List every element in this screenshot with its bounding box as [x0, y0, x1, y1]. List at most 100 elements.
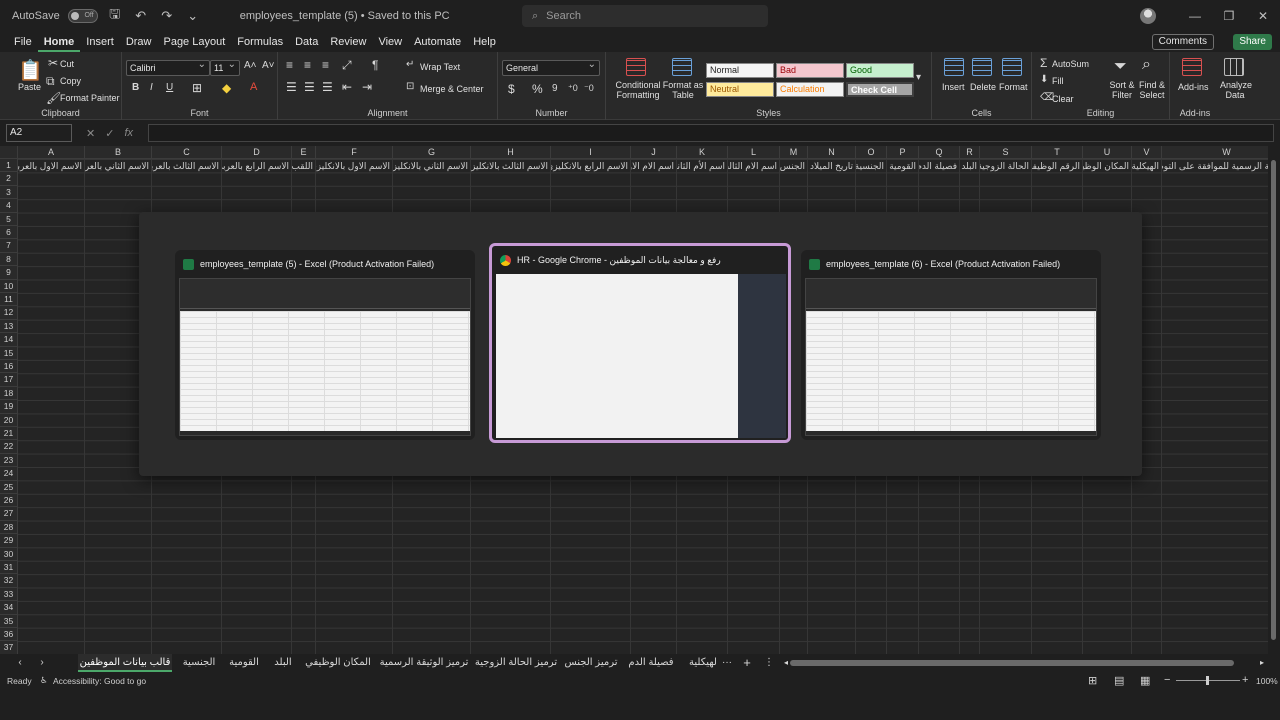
fill-button[interactable]: Fill: [1052, 76, 1064, 86]
clear-button[interactable]: Clear: [1052, 94, 1074, 104]
vertical-scrollbar[interactable]: [1268, 146, 1280, 654]
styles-more-icon[interactable]: ▾: [916, 72, 921, 83]
header-cell-m1[interactable]: الجنس: [780, 160, 807, 173]
header-cell-t1[interactable]: الرقم الوظيفي: [1032, 160, 1082, 173]
increase-font-icon[interactable]: A˄: [244, 60, 257, 71]
row-header-37[interactable]: 37: [0, 641, 18, 654]
name-box[interactable]: A2: [6, 124, 72, 142]
row-header-15[interactable]: 15: [0, 346, 18, 360]
tab-automate[interactable]: Automate: [408, 32, 467, 52]
tab-review[interactable]: Review: [324, 32, 372, 52]
column-header-i[interactable]: I: [551, 146, 631, 159]
header-cell-w1[interactable]: الوثيقة الرسمية للموافقة على التوظيف: [1162, 160, 1268, 173]
header-cell-r1[interactable]: البلد: [960, 160, 979, 173]
column-header-h[interactable]: H: [471, 146, 551, 159]
row-header-24[interactable]: 24: [0, 467, 18, 481]
align-top-icon[interactable]: ≡: [286, 58, 293, 72]
vertical-scroll-thumb[interactable]: [1271, 160, 1276, 640]
search-box[interactable]: ⌕ Search: [522, 5, 768, 27]
sheet-tab-ethnicity[interactable]: القومية: [224, 654, 264, 672]
analyze-data-button[interactable]: Analyze Data: [1220, 80, 1252, 100]
zoom-slider-thumb[interactable]: [1206, 676, 1209, 685]
row-header-11[interactable]: 11: [0, 293, 18, 307]
align-center-icon[interactable]: ☰: [304, 80, 315, 94]
row-header-19[interactable]: 19: [0, 400, 18, 414]
column-header-e[interactable]: E: [292, 146, 316, 159]
copy-button[interactable]: Copy: [60, 76, 81, 86]
sort-filter-button[interactable]: Sort & Filter: [1106, 80, 1138, 100]
close-icon[interactable]: ✕: [1246, 9, 1280, 23]
restore-icon[interactable]: ❐: [1212, 9, 1246, 23]
row-header-6[interactable]: 6: [0, 226, 18, 240]
font-color-icon[interactable]: A: [250, 81, 257, 93]
column-header-b[interactable]: B: [85, 146, 152, 159]
style-calculation[interactable]: Calculation: [776, 82, 844, 97]
row-header-30[interactable]: 30: [0, 547, 18, 561]
page-layout-view-icon[interactable]: ▤: [1114, 674, 1124, 687]
switcher-window-chrome[interactable]: HR - Google Chrome - رفع و معالجة بيانات…: [489, 243, 791, 443]
row-header-17[interactable]: 17: [0, 373, 18, 387]
column-header-g[interactable]: G: [393, 146, 471, 159]
header-cell-u1[interactable]: المكان الوظيفي: [1083, 160, 1131, 173]
column-header-s[interactable]: S: [980, 146, 1032, 159]
scroll-tabs-left-icon[interactable]: ‹: [10, 654, 30, 672]
row-header-21[interactable]: 21: [0, 427, 18, 441]
column-header-d[interactable]: D: [222, 146, 292, 159]
row-header-13[interactable]: 13: [0, 319, 18, 334]
sheet-tab-marital-codes[interactable]: ترميز الحالة الزوجية: [474, 654, 558, 672]
row-header-26[interactable]: 26: [0, 494, 18, 508]
align-middle-icon[interactable]: ≡: [304, 58, 311, 72]
row-header-9[interactable]: 9: [0, 266, 18, 280]
sheet-tab-gender-codes[interactable]: ترميز الجنس: [562, 654, 620, 672]
percent-icon[interactable]: %: [532, 82, 543, 96]
header-cell-i1[interactable]: الاسم الرابع بالانكليزي: [551, 160, 630, 173]
header-cell-k1[interactable]: اسم الأم الثاني: [677, 160, 727, 173]
column-header-w[interactable]: W: [1162, 146, 1268, 159]
accessibility-status[interactable]: Accessibility: Good to go: [53, 676, 146, 686]
number-format-select[interactable]: General: [502, 58, 600, 76]
horizontal-scroll-thumb[interactable]: [790, 660, 1234, 666]
tab-file[interactable]: File: [8, 32, 38, 52]
row-header-20[interactable]: 20: [0, 413, 18, 427]
row-header-10[interactable]: 10: [0, 279, 18, 293]
header-cell-f1[interactable]: الاسم الاول بالانكليزي: [316, 160, 392, 173]
zoom-out-icon[interactable]: −: [1164, 674, 1170, 686]
tab-data[interactable]: Data: [289, 32, 324, 52]
font-name-select[interactable]: Calibri: [126, 58, 210, 76]
sheet-tab-document-codes[interactable]: ترميز الوثيقة الرسمية: [378, 654, 470, 672]
scroll-tabs-right-icon[interactable]: ›: [32, 654, 52, 672]
column-header-t[interactable]: T: [1032, 146, 1083, 159]
tab-insert[interactable]: Insert: [80, 32, 120, 52]
row-header-3[interactable]: 3: [0, 185, 18, 200]
style-bad[interactable]: Bad: [776, 63, 844, 78]
row-header-2[interactable]: 2: [0, 172, 18, 186]
header-cell-a1[interactable]: الاسم الاول بالعربي: [18, 160, 84, 173]
autosave-toggle[interactable]: Off: [67, 9, 98, 23]
addins-button[interactable]: Add-ins: [1178, 82, 1209, 92]
row-header-22[interactable]: 22: [0, 440, 18, 454]
row-header-7[interactable]: 7: [0, 239, 18, 253]
column-header-k[interactable]: K: [677, 146, 728, 159]
select-all-corner[interactable]: [0, 146, 18, 159]
increase-decimal-icon[interactable]: ⁺0: [568, 83, 578, 94]
row-header-8[interactable]: 8: [0, 252, 18, 267]
row-header-16[interactable]: 16: [0, 360, 18, 374]
autosum-button[interactable]: AutoSum: [1052, 59, 1089, 69]
page-break-view-icon[interactable]: ▦: [1140, 674, 1150, 687]
row-header-36[interactable]: 36: [0, 628, 18, 642]
header-cell-q1[interactable]: فصيلة الدم: [919, 160, 959, 173]
row-header-5[interactable]: 5: [0, 212, 18, 226]
style-neutral[interactable]: Neutral: [706, 82, 774, 97]
header-cell-o1[interactable]: الجنسية: [856, 160, 886, 173]
insert-button[interactable]: Insert: [942, 82, 965, 92]
share-button[interactable]: Share: [1233, 34, 1272, 50]
column-header-f[interactable]: F: [316, 146, 393, 159]
italic-icon[interactable]: I: [150, 82, 153, 93]
zoom-in-icon[interactable]: +: [1242, 674, 1248, 686]
column-header-j[interactable]: J: [631, 146, 677, 159]
align-bottom-icon[interactable]: ≡: [322, 58, 329, 72]
row-header-33[interactable]: 33: [0, 587, 18, 602]
tab-home[interactable]: Home: [37, 32, 81, 52]
sheet-tab-workplace[interactable]: المكان الوظيفي: [302, 654, 374, 672]
header-cell-l1[interactable]: اسم الام الثالث: [728, 160, 779, 173]
